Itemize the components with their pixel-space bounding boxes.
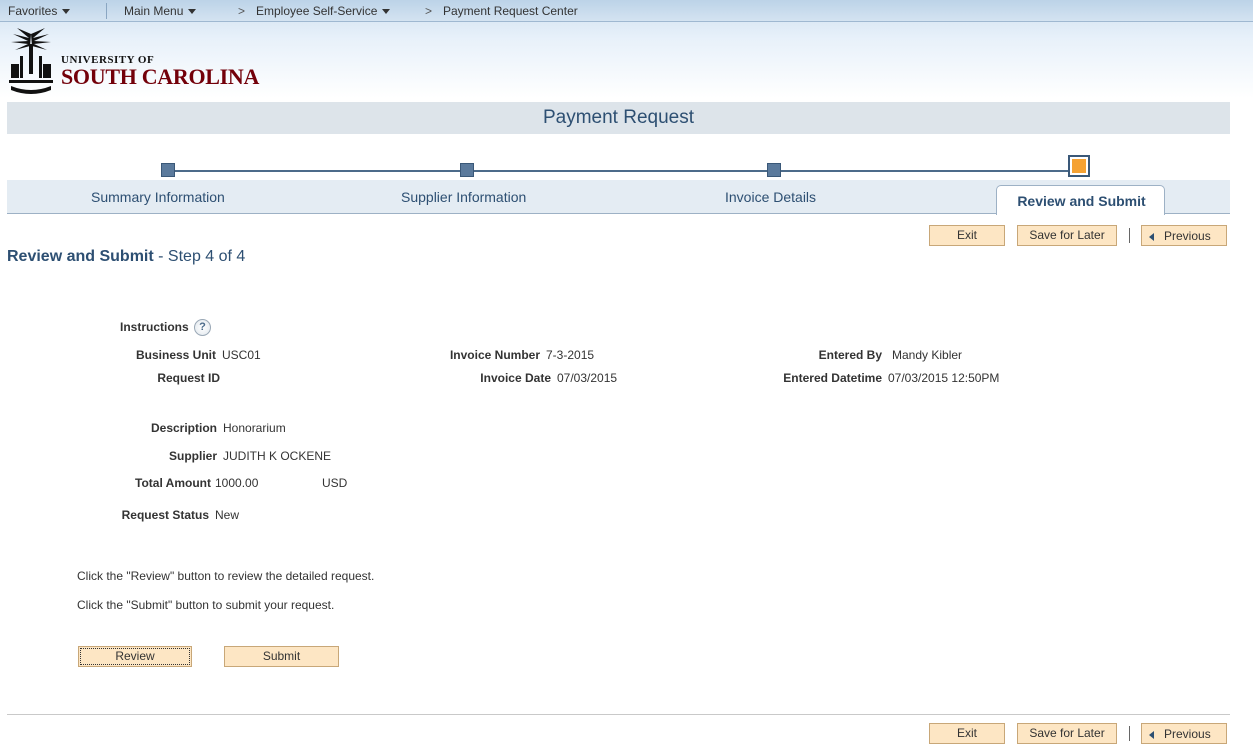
exit-button-bottom[interactable]: Exit xyxy=(929,723,1005,744)
page-title: Payment Request xyxy=(542,107,695,128)
palmetto-logo-icon xyxy=(9,28,53,94)
previous-button-top[interactable]: Previous xyxy=(1141,225,1227,246)
request-id-label: Request ID xyxy=(157,371,220,385)
review-instruction-text: Click the "Review" button to review the … xyxy=(77,569,375,583)
page-title-bar: Payment Request xyxy=(7,102,1230,134)
section-title: Review and Submit - Step 4 of 4 xyxy=(7,248,245,266)
save-for-later-button-bottom[interactable]: Save for Later xyxy=(1017,723,1117,744)
footer-divider xyxy=(7,714,1230,715)
step-node-invoice[interactable] xyxy=(767,163,781,177)
entered-datetime-value: 07/03/2015 12:50PM xyxy=(888,371,1000,385)
review-button[interactable]: Review xyxy=(78,646,192,667)
university-logo: UNIVERSITY OF SOUTH CAROLINA xyxy=(7,26,259,96)
breadcrumb-separator: > xyxy=(425,4,433,18)
submit-button[interactable]: Submit xyxy=(224,646,339,667)
invoice-date-value: 07/03/2015 xyxy=(557,371,618,385)
instructions-label: Instructions xyxy=(120,320,189,334)
chevron-left-icon xyxy=(1149,731,1154,739)
section-step-indicator: - Step 4 of 4 xyxy=(153,248,246,265)
chevron-down-icon xyxy=(62,9,71,15)
nav-bar: Favorites Main Menu > Employee Self-Serv… xyxy=(0,0,1253,22)
description-value: Honorarium xyxy=(223,421,286,435)
section-title-main: Review and Submit xyxy=(7,248,154,265)
total-amount-value: 1000.00 xyxy=(215,476,259,490)
breadcrumb-employee-self-service[interactable]: Employee Self-Service xyxy=(256,4,391,18)
step-node-review-active xyxy=(1068,155,1090,177)
favorites-menu[interactable]: Favorites xyxy=(8,4,71,18)
business-unit-label: Business Unit xyxy=(135,348,216,362)
breadcrumb-separator: > xyxy=(238,4,246,18)
favorites-label: Favorites xyxy=(8,4,58,18)
nav-separator xyxy=(106,3,107,19)
entered-by-label: Entered By xyxy=(818,348,882,362)
total-amount-label: Total Amount xyxy=(135,476,211,490)
request-status-value: New xyxy=(215,508,240,522)
entered-datetime-label: Entered Datetime xyxy=(783,371,882,385)
request-status-label: Request Status xyxy=(121,508,209,522)
step-train-line xyxy=(166,170,1082,172)
step-summary-information[interactable]: Summary Information xyxy=(91,189,225,205)
chevron-left-icon xyxy=(1149,233,1154,241)
previous-button-bottom[interactable]: Previous xyxy=(1141,723,1227,744)
breadcrumb-payment-request-center[interactable]: Payment Request Center xyxy=(443,4,578,18)
chevron-down-icon xyxy=(382,9,391,15)
previous-label: Previous xyxy=(1164,727,1211,741)
submit-instruction-text: Click the "Submit" button to submit your… xyxy=(77,598,335,612)
step-node-supplier[interactable] xyxy=(460,163,474,177)
step-supplier-information[interactable]: Supplier Information xyxy=(401,189,526,205)
entered-by-value: Mandy Kibler xyxy=(892,348,963,362)
invoice-date-label: Invoice Date xyxy=(480,371,551,385)
step-node-summary[interactable] xyxy=(161,163,175,177)
help-icon[interactable]: ? xyxy=(194,319,211,336)
business-unit-value: USC01 xyxy=(222,348,261,362)
step-review-and-submit-label: Review and Submit xyxy=(1017,193,1146,209)
supplier-label: Supplier xyxy=(168,449,217,463)
chevron-down-icon xyxy=(188,9,197,15)
description-label: Description xyxy=(150,421,217,435)
supplier-value: JUDITH K OCKENE xyxy=(223,449,332,463)
step-review-and-submit-tab: Review and Submit xyxy=(996,185,1165,215)
toolbar-separator xyxy=(1129,228,1130,243)
exit-button-top[interactable]: Exit xyxy=(929,225,1005,246)
step-invoice-details[interactable]: Invoice Details xyxy=(725,189,816,205)
previous-label: Previous xyxy=(1164,229,1211,243)
invoice-number-label: Invoice Number xyxy=(449,348,540,362)
save-for-later-button-top[interactable]: Save for Later xyxy=(1017,225,1117,246)
invoice-number-value: 7-3-2015 xyxy=(546,348,595,362)
logo-south-carolina: SOUTH CAROLINA xyxy=(61,64,260,89)
currency-value: USD xyxy=(322,476,348,490)
main-menu-label: Main Menu xyxy=(124,4,184,18)
ess-label: Employee Self-Service xyxy=(256,4,378,18)
toolbar-separator xyxy=(1129,726,1130,741)
main-menu[interactable]: Main Menu xyxy=(124,4,197,18)
